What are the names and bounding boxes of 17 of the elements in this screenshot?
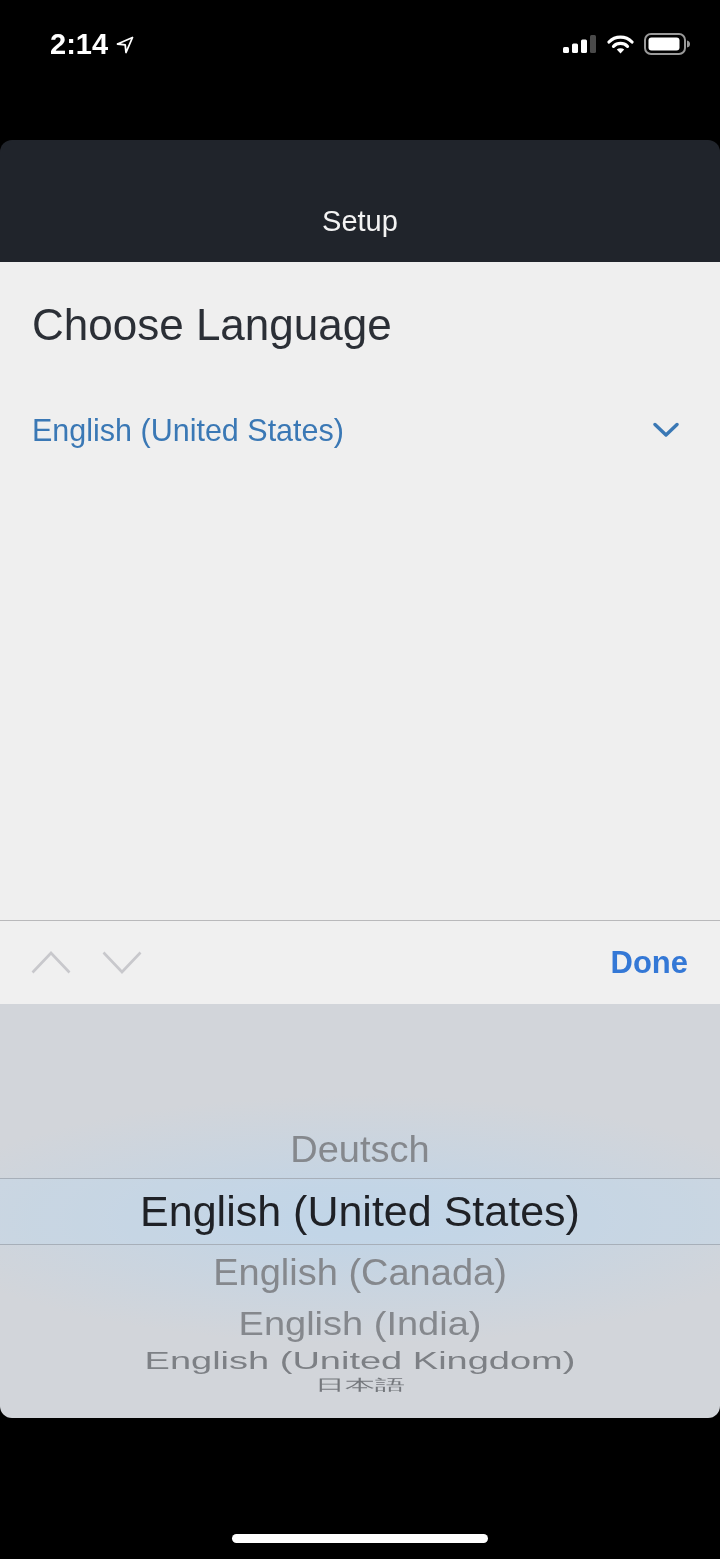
picker-option[interactable]: 日本語: [315, 1376, 405, 1394]
signal-icon: [563, 35, 597, 53]
header-title: Setup: [322, 204, 398, 239]
wifi-icon: [607, 34, 634, 54]
language-picker[interactable]: Deutsch English (United States) English (Canada) English (India) English (United Kingdom) 日本語: [0, 1004, 720, 1418]
done-button[interactable]: Done: [610, 943, 688, 982]
picker-option[interactable]: English (Canada): [213, 1251, 507, 1295]
language-dropdown[interactable]: English (United States): [32, 410, 679, 450]
battery-icon: [644, 33, 690, 55]
picker-option[interactable]: English (United Kingdom): [144, 1348, 576, 1376]
picker-option[interactable]: English (United States): [140, 1186, 580, 1237]
page-heading: Choose Language: [32, 300, 392, 350]
status-time: 2:14: [50, 27, 109, 61]
chevron-down-icon: [653, 422, 679, 438]
picker-option[interactable]: English (India): [238, 1306, 482, 1344]
location-arrow-icon: [116, 36, 135, 54]
picker-option[interactable]: Deutsch: [290, 1128, 430, 1172]
